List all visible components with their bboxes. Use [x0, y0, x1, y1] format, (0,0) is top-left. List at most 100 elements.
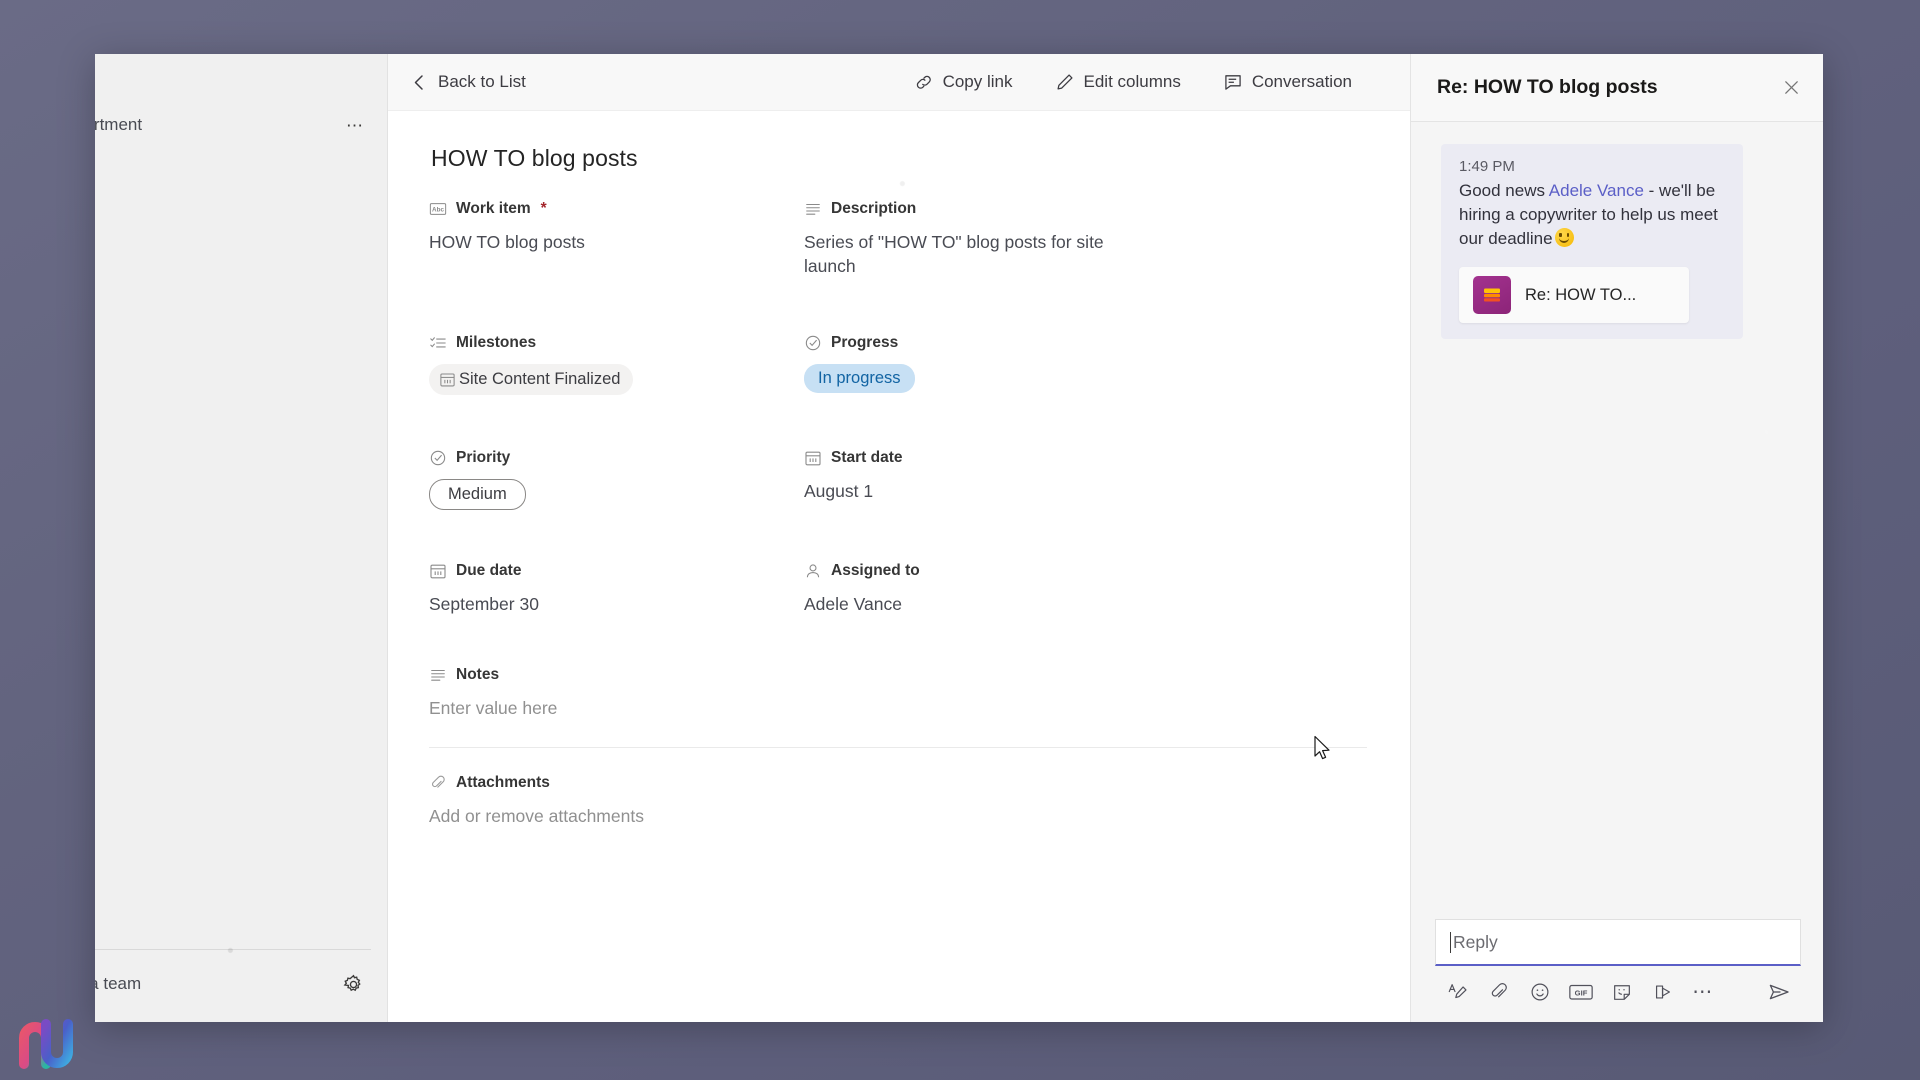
- chat-icon: [1223, 72, 1243, 92]
- message-composer: Reply GIF ⋯: [1411, 919, 1823, 1022]
- back-to-list-button[interactable]: Back to List: [402, 66, 536, 98]
- field-label: Priority: [429, 449, 804, 467]
- user-mention[interactable]: Adele Vance: [1549, 181, 1644, 200]
- field-label: Start date: [804, 449, 1367, 467]
- field-description[interactable]: Description Series of "HOW TO" blog post…: [804, 200, 1367, 278]
- milestone-chip[interactable]: Site Content Finalized: [429, 364, 634, 396]
- field-assigned-to[interactable]: Assigned to Adele Vance: [804, 562, 1367, 616]
- field-label-text: Work item: [456, 200, 531, 217]
- message-body: Good news Adele Vance - we'll be hiring …: [1459, 179, 1727, 251]
- field-label-text: Progress: [831, 334, 899, 352]
- field-label-text: Due date: [456, 562, 522, 580]
- field-label: Attachments: [429, 774, 1367, 792]
- check-circle-icon: [804, 334, 822, 352]
- record-form: HOW TO blog posts Abc Work item * HOW TO…: [388, 111, 1410, 1022]
- reply-placeholder: Reply: [1453, 931, 1498, 952]
- close-icon[interactable]: [1782, 78, 1801, 97]
- sticker-icon[interactable]: [1601, 978, 1642, 1006]
- reply-input[interactable]: Reply: [1435, 919, 1801, 966]
- more-actions-icon[interactable]: ⋯: [1683, 978, 1724, 1006]
- field-label: Assigned to: [804, 562, 1367, 580]
- emoji-icon[interactable]: [1519, 978, 1560, 1006]
- field-label: Due date: [429, 562, 804, 580]
- message-text-before: Good news: [1459, 181, 1549, 200]
- conversation-title: Re: HOW TO blog posts: [1437, 76, 1658, 98]
- field-notes[interactable]: Notes Enter value here: [429, 666, 1367, 720]
- lines-icon: [429, 666, 447, 684]
- field-work-item[interactable]: Abc Work item * HOW TO blog posts: [429, 200, 804, 278]
- field-label-text: Assigned to: [831, 562, 920, 580]
- svg-text:Abc: Abc: [432, 207, 444, 214]
- more-horizontal-icon[interactable]: ⋯: [346, 117, 365, 134]
- check-circle-icon: [429, 449, 447, 467]
- gear-icon[interactable]: [342, 973, 365, 996]
- field-label-text: Milestones: [456, 334, 537, 352]
- team-list-item[interactable]: partment ⋯: [95, 102, 387, 148]
- field-due-date[interactable]: Due date September 30: [429, 562, 804, 616]
- conversation-label: Conversation: [1251, 72, 1352, 91]
- priority-badge[interactable]: Medium: [429, 479, 526, 511]
- person-icon: [804, 562, 822, 580]
- conversation-button[interactable]: Conversation: [1213, 66, 1362, 98]
- field-attachments[interactable]: Attachments Add or remove attachments: [429, 774, 1367, 828]
- conversation-messages: 1:49 PM Good news Adele Vance - we'll be…: [1411, 122, 1823, 919]
- field-value: Adele Vance: [804, 594, 902, 615]
- field-label: Abc Work item *: [429, 200, 804, 218]
- team-name-label: partment: [95, 115, 143, 134]
- calendar-icon: [429, 562, 447, 580]
- message-bubble[interactable]: 1:49 PM Good news Adele Vance - we'll be…: [1441, 144, 1743, 340]
- attach-paperclip-icon[interactable]: [1478, 978, 1519, 1006]
- field-value: August 1: [804, 481, 874, 502]
- field-progress[interactable]: Progress In progress: [804, 334, 1367, 395]
- field-value: September 30: [429, 594, 539, 615]
- checklist-icon: [429, 334, 447, 352]
- status-badge[interactable]: In progress: [804, 364, 915, 394]
- copy-link-button[interactable]: Copy link: [904, 66, 1023, 98]
- toolbar-actions: Copy link Edit columns Conversation: [904, 66, 1410, 98]
- back-to-list-label: Back to List: [438, 72, 526, 91]
- calendar-icon: [804, 449, 822, 467]
- app-logo-icon[interactable]: [18, 1016, 80, 1070]
- link-icon: [914, 72, 934, 92]
- field-label: Milestones: [429, 334, 804, 352]
- field-row-4: Due date September 30 Assigned to Adele …: [429, 562, 1367, 642]
- page-title: HOW TO blog posts: [431, 145, 638, 171]
- send-icon[interactable]: [1758, 978, 1799, 1006]
- field-row-3: Priority Medium Start date August 1: [429, 449, 1367, 536]
- teams-app-window: partment ⋯ e a team: [95, 54, 1823, 1022]
- field-label-text: Notes: [456, 666, 500, 684]
- edit-columns-button[interactable]: Edit columns: [1045, 66, 1191, 98]
- rail-divider: [95, 949, 371, 950]
- required-asterisk: *: [540, 200, 547, 217]
- chevron-left-icon: [412, 73, 426, 92]
- field-priority[interactable]: Priority Medium: [429, 449, 804, 511]
- field-label: Progress: [804, 334, 1367, 352]
- lines-icon: [804, 200, 822, 218]
- format-text-icon[interactable]: [1437, 978, 1478, 1006]
- edit-columns-label: Edit columns: [1083, 72, 1181, 91]
- field-start-date[interactable]: Start date August 1: [804, 449, 1367, 510]
- message-attachment-card[interactable]: Re: HOW TO...: [1459, 267, 1689, 324]
- text-caret: [1450, 931, 1451, 953]
- abc-text-icon: Abc: [429, 200, 447, 218]
- field-milestones[interactable]: Milestones Site Content Finalized: [429, 334, 804, 396]
- field-value: Series of "HOW TO" blog posts for site l…: [804, 232, 1104, 277]
- notes-input-placeholder[interactable]: Enter value here: [429, 696, 759, 720]
- field-label: Notes: [429, 666, 1367, 684]
- field-label-text: Description: [831, 200, 917, 217]
- record-toolbar: Back to List Copy link Edit columns Conv…: [388, 54, 1410, 111]
- field-row-1: Abc Work item * HOW TO blog posts Descri…: [429, 200, 1367, 304]
- stream-icon[interactable]: [1642, 978, 1683, 1006]
- desktop-background: partment ⋯ e a team: [0, 0, 1920, 1080]
- join-or-create-team-row[interactable]: e a team: [95, 964, 365, 1004]
- giphy-icon[interactable]: GIF: [1560, 978, 1601, 1006]
- attachment-card-title: Re: HOW TO...: [1525, 285, 1637, 304]
- field-label: Description: [804, 200, 1367, 218]
- pencil-icon: [1055, 72, 1075, 92]
- record-detail-column: Back to List Copy link Edit columns Conv…: [388, 54, 1410, 1022]
- teams-left-rail: partment ⋯ e a team: [95, 54, 388, 1022]
- attachments-action-link[interactable]: Add or remove attachments: [429, 804, 759, 828]
- conversation-header: Re: HOW TO blog posts: [1411, 54, 1823, 122]
- smiling-face-emoji: [1554, 228, 1574, 248]
- calendar-icon: [439, 371, 456, 388]
